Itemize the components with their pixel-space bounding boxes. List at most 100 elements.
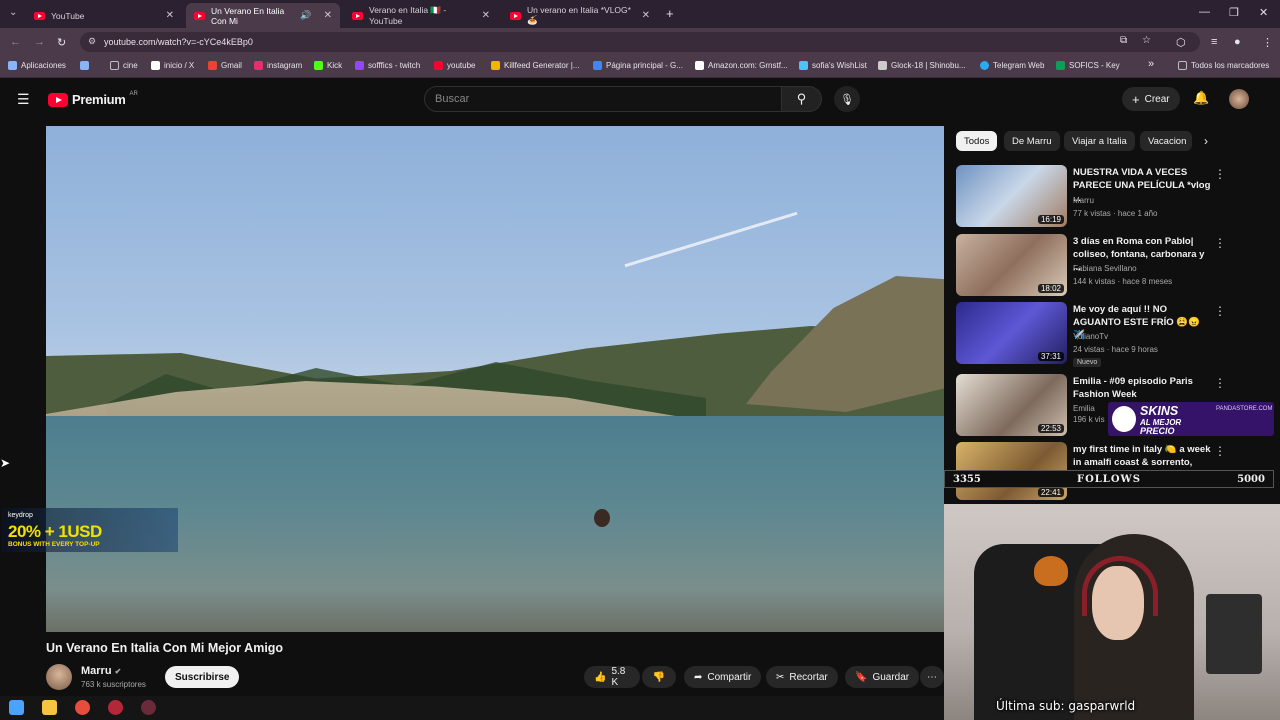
chrome-profile-icon[interactable] (108, 700, 123, 715)
hamburger-menu-icon[interactable]: ☰ (17, 91, 30, 108)
install-app-icon[interactable]: ⧉ (1120, 35, 1127, 46)
bookmark-item[interactable]: inicio / X (151, 61, 194, 70)
voice-search-button[interactable]: 🎙 (834, 86, 860, 112)
youtube-favicon-icon (352, 11, 363, 20)
channel-name[interactable]: Marru ✔ (81, 665, 121, 677)
restore-icon[interactable]: ❐ (1229, 6, 1239, 19)
webcam-frame (1034, 556, 1068, 586)
minimize-icon[interactable]: — (1199, 6, 1210, 18)
bookmark-item[interactable]: sofia's WishList (799, 61, 867, 70)
like-button[interactable]: 👍 5.8 K (584, 666, 640, 688)
bookmark-item[interactable]: Killfeed Generator |... (491, 61, 579, 70)
recommendation-thumbnail[interactable]: 16:19 (956, 165, 1067, 227)
bookmark-item[interactable]: sofffics - twitch (355, 61, 420, 70)
channel-avatar[interactable] (46, 664, 72, 690)
forward-icon[interactable]: → (34, 36, 45, 48)
bookmark-item[interactable]: Amazon.com: Grnstf... (695, 61, 788, 70)
close-icon[interactable]: ✕ (642, 10, 650, 21)
bookmark-item[interactable]: Glock-18 | Shinobu... (878, 61, 966, 70)
kebab-menu-icon[interactable]: ⋮ (1214, 444, 1226, 458)
share-button[interactable]: ➦ Compartir (684, 666, 762, 688)
close-icon[interactable]: ✕ (166, 10, 174, 21)
recommendation-thumbnail[interactable]: 18:02 (956, 234, 1067, 296)
chrome-icon[interactable] (75, 700, 90, 715)
recommendation-channel[interactable]: YulianoTv (1073, 330, 1108, 343)
video-player[interactable] (46, 126, 944, 632)
notifications-bell-icon[interactable]: 🔔 (1193, 90, 1209, 106)
bookmark-item[interactable]: instagram (254, 61, 302, 70)
chip-todos[interactable]: Todos (956, 131, 998, 151)
recommendation-thumbnail[interactable]: 37:31 (956, 302, 1067, 364)
search-button[interactable]: ⚲ (782, 86, 822, 112)
all-bookmarks-folder[interactable]: Todos los marcadores (1178, 61, 1269, 70)
bookmark-star-icon[interactable]: ☆ (1142, 35, 1151, 46)
folder-icon (1178, 61, 1187, 70)
thumbs-up-icon: 👍 (594, 671, 607, 683)
subscribe-button[interactable]: Suscribirse (165, 666, 240, 688)
tab-verano-en-italia[interactable]: Verano en Italia 🇮🇹 - YouTube ✕ (344, 3, 498, 28)
chip-vacaciones[interactable]: Vacacion (1140, 131, 1192, 151)
recommendation-meta: 24 vistas · hace 9 horas (1073, 345, 1158, 354)
bookmark-label: Todos los marcadores (1191, 61, 1270, 70)
bookmark-label: sofia's WishList (812, 61, 867, 70)
bookmark-item[interactable]: Página principal - G... (593, 61, 683, 70)
media-controls-icon[interactable]: ≡ (1211, 36, 1217, 48)
recommendation-title[interactable]: NUESTRA VIDA A VECES PARECE UNA PELÍCULA… (1073, 166, 1213, 205)
tab-search-icon[interactable]: ⌄ (9, 7, 17, 18)
close-window-icon[interactable]: ✕ (1259, 6, 1268, 19)
bookmark-folder[interactable]: cine (110, 61, 138, 70)
recommendation-thumbnail[interactable]: 22:53 (956, 374, 1067, 436)
recommendation-channel[interactable]: Fabiana Sevillano (1073, 262, 1137, 275)
recommendation-title[interactable]: Emilia - #09 episodio Paris Fashion Week (1073, 375, 1213, 401)
browser-menu-icon[interactable]: ⋮ (1262, 36, 1273, 49)
chip-viajar-a-italia[interactable]: Viajar a Italia (1064, 131, 1135, 151)
account-avatar[interactable] (1229, 89, 1249, 109)
bookmark-item[interactable]: Aplicaciones (8, 61, 66, 70)
wishlist-icon (799, 61, 808, 70)
skins-line3: PRECIO (1140, 426, 1175, 436)
webcam-overlay (944, 504, 1280, 720)
tab-active-video[interactable]: Un Verano En Italia Con Mi 🔊 ✕ (186, 3, 340, 28)
speaker-icon[interactable]: 🔊 (300, 10, 311, 21)
keydrop-promo-overlay: keydrop 20% + 1USD BONUS WITH EVERY TOP-… (2, 508, 178, 552)
new-tab-button[interactable]: + (666, 6, 674, 21)
youtube-logo-icon (48, 92, 68, 107)
extensions-icon[interactable]: ⬡ (1176, 36, 1186, 49)
bookmark-item[interactable]: Kick (314, 61, 342, 70)
bookmark-item[interactable]: Gmail (208, 61, 242, 70)
chip-de-marru[interactable]: De Marru (1004, 131, 1060, 151)
profile-icon[interactable]: ● (1234, 36, 1241, 48)
skins-line1: SKINS (1140, 404, 1179, 418)
url-text: youtube.com/watch?v=-cYCe4kEBp0 (104, 37, 253, 47)
site-info-icon[interactable]: ⚙ (88, 36, 96, 47)
search-placeholder: Buscar (435, 93, 470, 105)
close-icon[interactable]: ✕ (324, 10, 332, 21)
more-actions-button[interactable]: ⋯ (920, 666, 944, 688)
back-icon[interactable]: ← (10, 36, 21, 48)
bookmark-item[interactable] (80, 61, 93, 70)
bookmarks-overflow-button[interactable]: » (1148, 58, 1154, 70)
clip-button[interactable]: ✂ Recortar (766, 666, 838, 688)
chevron-right-icon[interactable]: › (1204, 134, 1208, 148)
kebab-menu-icon[interactable]: ⋮ (1214, 376, 1226, 390)
windows-start-icon[interactable] (9, 700, 24, 715)
youtube-premium-logo[interactable]: Premium AR (48, 91, 138, 107)
close-icon[interactable]: ✕ (482, 10, 490, 21)
bookmark-item[interactable]: Telegram Web (980, 61, 1044, 70)
file-explorer-icon[interactable] (42, 700, 57, 715)
obs-icon[interactable] (141, 700, 156, 715)
save-button[interactable]: 🔖 Guardar (845, 666, 920, 688)
reload-icon[interactable]: ↻ (57, 36, 66, 49)
tab-youtube[interactable]: YouTube ✕ (26, 3, 182, 28)
address-bar[interactable]: ⚙ youtube.com/watch?v=-cYCe4kEBp0 ⧉ ☆ (80, 32, 1200, 52)
dislike-button[interactable]: 👎 (642, 666, 676, 688)
tab-vlog[interactable]: Un verano en Italia *VLOG* 🍝 ✕ (502, 3, 658, 28)
bookmark-item[interactable]: youtube (434, 61, 475, 70)
recommendation-channel[interactable]: Marru (1073, 194, 1094, 207)
search-input[interactable]: Buscar (424, 86, 782, 112)
bookmark-item[interactable]: SOFICS - Key (1056, 61, 1120, 70)
kebab-menu-icon[interactable]: ⋮ (1214, 304, 1226, 318)
kebab-menu-icon[interactable]: ⋮ (1214, 236, 1226, 250)
kebab-menu-icon[interactable]: ⋮ (1214, 167, 1226, 181)
create-button[interactable]: + Crear (1122, 87, 1180, 111)
